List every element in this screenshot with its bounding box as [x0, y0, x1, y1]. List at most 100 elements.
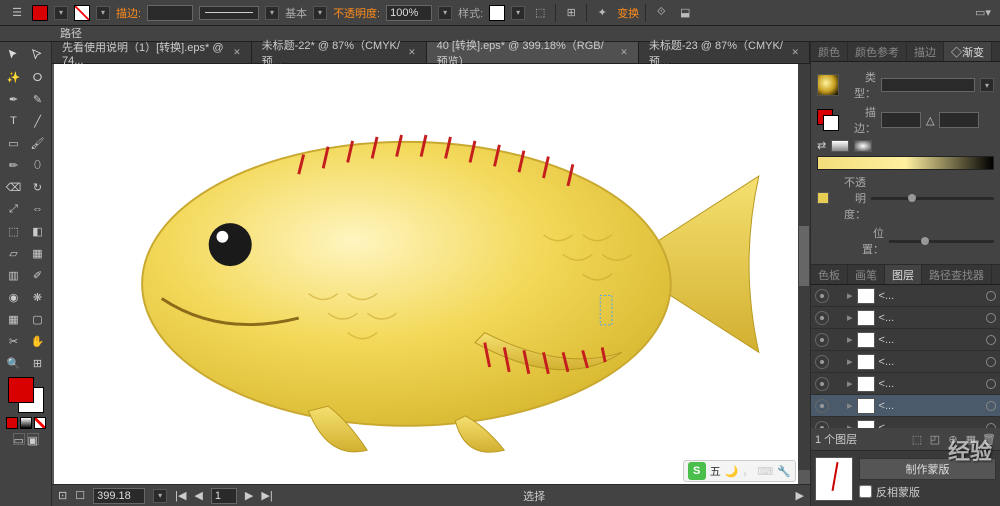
- ime-keyboard-icon[interactable]: ⌨: [757, 465, 773, 478]
- fill-stroke-swatch[interactable]: [8, 377, 44, 413]
- hand-tool[interactable]: ✋: [27, 331, 49, 351]
- style-dropdown[interactable]: [511, 6, 525, 20]
- zoom-tool[interactable]: 🔍: [3, 353, 25, 373]
- grad-swatch-a[interactable]: [831, 140, 849, 152]
- stroke-weight-input[interactable]: [147, 5, 193, 21]
- gradient-type-select[interactable]: [881, 78, 975, 92]
- layer-row[interactable]: ▸<...: [811, 395, 1000, 417]
- visibility-icon[interactable]: [815, 399, 829, 413]
- artboard-tool[interactable]: ▢: [27, 309, 49, 329]
- eyedropper-tool[interactable]: ✐: [27, 265, 49, 285]
- layer-thumb[interactable]: [857, 310, 875, 326]
- none-mode[interactable]: [34, 417, 46, 429]
- tab[interactable]: 40 [转换].eps* @ 399.18%（RGB/预览）✕: [427, 42, 639, 63]
- type-dropdown[interactable]: [980, 78, 994, 92]
- artboard-nav-first[interactable]: |◀: [175, 489, 186, 502]
- gradient-preview[interactable]: [817, 74, 839, 96]
- opacity-dropdown[interactable]: [438, 6, 452, 20]
- tab-color[interactable]: 颜色: [811, 42, 848, 61]
- target-icon[interactable]: [986, 335, 996, 345]
- opacity-slider[interactable]: [871, 197, 994, 200]
- tab-swatches[interactable]: 色板: [811, 265, 848, 284]
- close-icon[interactable]: ✕: [791, 47, 799, 58]
- artboard-nav-prev[interactable]: ◀: [194, 489, 202, 502]
- scrollbar-vertical[interactable]: [798, 64, 810, 470]
- gradient-swatch-fgbg[interactable]: [817, 109, 839, 131]
- status-nav[interactable]: ▶: [796, 489, 804, 502]
- ime-mode[interactable]: 五: [710, 463, 721, 479]
- stop-color[interactable]: [817, 192, 829, 204]
- visibility-icon[interactable]: [815, 289, 829, 303]
- stroke-dropdown[interactable]: [96, 6, 110, 20]
- layer-thumb[interactable]: [857, 288, 875, 304]
- stroke-style-select[interactable]: [199, 6, 259, 20]
- layer-row[interactable]: ▸<...: [811, 285, 1000, 307]
- layer-row[interactable]: ▸<...: [811, 329, 1000, 351]
- view-icon[interactable]: ⊡: [58, 489, 67, 502]
- invert-mask-check[interactable]: 反相蒙版: [859, 484, 996, 500]
- foreground-color[interactable]: [8, 377, 34, 403]
- preview-icon[interactable]: ☐: [75, 489, 85, 502]
- free-transform-tool[interactable]: ⬚: [3, 221, 25, 241]
- blend-tool[interactable]: ◉: [3, 287, 25, 307]
- isolate-icon[interactable]: ⟐: [652, 4, 670, 22]
- perspective-tool[interactable]: ▱: [3, 243, 25, 263]
- fx-icon[interactable]: ⬚: [531, 4, 549, 22]
- layer-thumb[interactable]: [857, 332, 875, 348]
- close-icon[interactable]: ✕: [408, 47, 416, 58]
- grad-swatch-b[interactable]: [854, 140, 872, 152]
- scrollbar-thumb[interactable]: [799, 226, 809, 286]
- target-icon[interactable]: [986, 313, 996, 323]
- column-graph-tool[interactable]: ▦: [3, 309, 25, 329]
- ime-badge[interactable]: S: [688, 462, 706, 480]
- target-icon[interactable]: [986, 357, 996, 367]
- pen-tool[interactable]: ✒: [3, 89, 25, 109]
- artboard-nav-next[interactable]: ▶: [245, 489, 253, 502]
- magic-wand-tool[interactable]: ✨: [3, 67, 25, 87]
- artboard-input[interactable]: [211, 488, 237, 504]
- layer-thumb[interactable]: [857, 376, 875, 392]
- eraser-tool[interactable]: ⌫: [3, 177, 25, 197]
- preset-dropdown[interactable]: [313, 6, 327, 20]
- close-icon[interactable]: ✕: [620, 47, 628, 58]
- ime-punct-icon[interactable]: ，: [742, 463, 753, 479]
- line-tool[interactable]: ╱: [27, 111, 49, 131]
- locate-icon[interactable]: ⬚: [910, 432, 924, 446]
- rotate-tool[interactable]: ↻: [27, 177, 49, 197]
- tab[interactable]: 未标题-23 @ 87%（CMYK/预...✕: [639, 42, 810, 63]
- type-tool[interactable]: T: [3, 111, 25, 131]
- gradient-ramp[interactable]: [817, 156, 994, 170]
- paintbrush-tool[interactable]: 🖌: [27, 133, 49, 153]
- ime-moon-icon[interactable]: 🌙: [725, 465, 739, 478]
- align-icon[interactable]: ⊞: [562, 4, 580, 22]
- pencil-tool[interactable]: ✏: [3, 155, 25, 175]
- visibility-icon[interactable]: [815, 355, 829, 369]
- gradient-tool[interactable]: ▥: [3, 265, 25, 285]
- layer-row[interactable]: ▸<...: [811, 373, 1000, 395]
- tab-pathfinder[interactable]: 路径查找器: [922, 265, 992, 284]
- direct-selection-tool[interactable]: [27, 45, 49, 65]
- fill-swatch[interactable]: [32, 5, 48, 21]
- tab-color-guide[interactable]: 颜色参考: [848, 42, 907, 61]
- slice-tool[interactable]: ✂: [3, 331, 25, 351]
- brush-dropdown[interactable]: [265, 6, 279, 20]
- layer-thumb[interactable]: [857, 398, 875, 414]
- width-tool[interactable]: ⇔: [27, 199, 49, 219]
- reverse-icon[interactable]: ⇄: [817, 139, 826, 152]
- tab-brushes[interactable]: 画笔: [848, 265, 885, 284]
- tab-layers[interactable]: 图层: [885, 265, 922, 284]
- lasso-tool[interactable]: ⵔ: [27, 67, 49, 87]
- symbol-spray-tool[interactable]: ❋: [27, 287, 49, 307]
- layer-thumb[interactable]: [857, 420, 875, 429]
- artboard-nav-last[interactable]: ▶|: [261, 489, 272, 502]
- visibility-icon[interactable]: [815, 377, 829, 391]
- style-swatch[interactable]: [489, 5, 505, 21]
- fill-dropdown[interactable]: [54, 6, 68, 20]
- layer-row[interactable]: ▸<...: [811, 351, 1000, 373]
- target-icon[interactable]: [986, 379, 996, 389]
- visibility-icon[interactable]: [815, 311, 829, 325]
- shape-builder-tool[interactable]: ◧: [27, 221, 49, 241]
- screen-mode-normal[interactable]: ▭: [13, 433, 25, 445]
- screen-mode-full[interactable]: ▣: [27, 433, 39, 445]
- gradient-mode[interactable]: [20, 417, 32, 429]
